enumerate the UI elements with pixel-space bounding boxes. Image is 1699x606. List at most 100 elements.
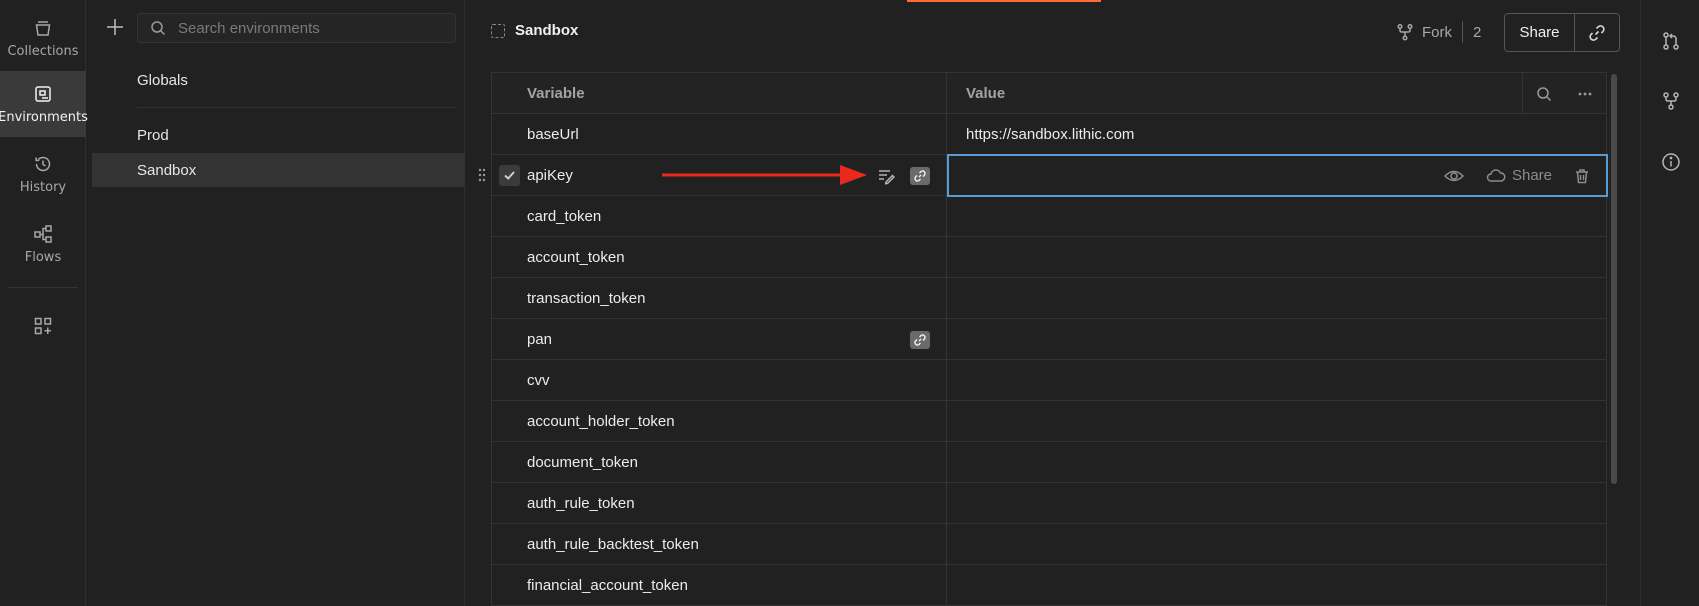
env-divider [137,107,457,108]
nav-configure-sidebar[interactable] [0,293,86,359]
variable-name[interactable]: cvv [492,360,947,401]
variable-name[interactable]: auth_rule_token [492,483,947,524]
env-item-label: Globals [137,71,188,89]
variable-value[interactable] [947,442,1606,483]
table-row[interactable]: transaction_token [492,278,1606,319]
share-button[interactable]: Share [1505,14,1575,51]
variable-value[interactable] [947,278,1606,319]
environment-icon [491,23,505,38]
table-scrollbar[interactable] [1611,74,1617,484]
nav-divider [8,287,78,288]
variable-name[interactable]: transaction_token [492,278,947,319]
table-row[interactable]: cvv [492,360,1606,401]
checkmark-icon [504,171,515,180]
nav-label: Flows [24,249,62,265]
variable-value[interactable] [947,360,1606,401]
fork-divider [1462,21,1463,43]
nav-label: History [19,179,67,195]
table-row[interactable]: card_token [492,196,1606,237]
environments-icon [35,85,51,102]
table-row[interactable]: pan [492,319,1606,360]
column-header-variable: Variable [492,73,947,114]
nav-history[interactable]: History [0,141,86,207]
search-box [137,13,456,43]
variable-name[interactable]: account_token [492,237,947,278]
value-actions: Share [1422,167,1590,184]
environment-list-panel: Globals Prod Sandbox [92,0,465,606]
env-item-sandbox[interactable]: Sandbox [92,153,465,187]
secret-icon [914,334,926,346]
active-tab-indicator [907,0,1101,2]
table-row[interactable]: financial_account_token [492,565,1606,606]
reveal-value-button[interactable] [1443,168,1464,184]
variable-value[interactable] [947,196,1606,237]
variable-name[interactable]: card_token [492,196,947,237]
share-value-button[interactable]: Share [1486,167,1552,184]
table-row[interactable]: document_token [492,442,1606,483]
variable-value[interactable] [947,237,1606,278]
table-row[interactable]: account_token [492,237,1606,278]
info-icon[interactable] [1661,152,1681,172]
variable-name[interactable]: auth_rule_backtest_token [492,524,947,565]
variable-value[interactable] [947,401,1606,442]
nav-environments[interactable]: Environments [0,71,88,137]
variable-value[interactable] [947,565,1606,606]
fork-button[interactable]: Fork [1422,24,1452,41]
fork-count[interactable]: 2 [1473,24,1481,41]
variable-name[interactable]: baseUrl [492,114,947,155]
env-item-globals[interactable]: Globals [92,63,465,97]
value-input-focused[interactable]: Share [947,154,1608,197]
variable-name[interactable]: financial_account_token [492,565,947,606]
share-button-group: Share [1504,13,1620,52]
collections-icon [35,20,51,36]
nav-label: Environments [0,109,88,125]
column-header-value: Value [966,85,1006,102]
secret-toggle[interactable] [910,331,930,349]
fork-icon [1397,23,1413,41]
search-input[interactable] [178,19,448,37]
table-row[interactable]: account_holder_token [492,401,1606,442]
annotation-arrow-icon [662,165,867,185]
env-item-label: Sandbox [137,161,197,179]
table-row[interactable]: auth_rule_token [492,483,1606,524]
fork-icon[interactable] [1661,91,1681,111]
table-row[interactable]: baseUrl https://sandbox.lithic.com [492,114,1606,155]
search-icon [151,21,166,36]
share-value-label: Share [1511,167,1552,184]
env-item-label: Prod [137,126,169,144]
add-environment-button[interactable] [104,16,126,38]
eye-icon [1443,170,1464,181]
copy-link-button[interactable] [1575,14,1619,51]
more-options-icon[interactable] [1577,86,1593,102]
page-title[interactable]: Sandbox [515,22,578,39]
secret-toggle[interactable] [910,167,930,185]
variable-name[interactable]: account_holder_token [492,401,947,442]
variables-table: Variable Value baseUrl https://sandbox.l… [478,72,1608,606]
search-icon[interactable] [1536,86,1552,102]
variable-name[interactable]: document_token [492,442,947,483]
pull-request-icon[interactable] [1661,31,1681,51]
table-row[interactable]: apiKey Share [478,154,1608,197]
left-nav: Collections Environments History Flows [0,0,88,606]
page-title-area: Sandbox [491,22,578,39]
secret-icon [914,170,926,182]
delete-variable-button[interactable] [1574,168,1590,184]
flows-icon [34,224,52,243]
variable-value[interactable] [947,524,1606,565]
env-item-prod[interactable]: Prod [92,118,465,152]
right-rail [1640,0,1699,606]
nav-label: Collections [7,43,79,59]
variable-value[interactable] [947,319,1606,360]
drag-handle-icon[interactable] [478,168,486,182]
variable-value[interactable] [947,483,1606,524]
plus-icon [107,19,123,35]
table-row[interactable]: auth_rule_backtest_token [492,524,1606,565]
edit-description-icon[interactable] [877,167,895,185]
enable-checkbox[interactable] [499,165,520,186]
nav-collections[interactable]: Collections [0,5,86,71]
variable-value[interactable]: https://sandbox.lithic.com [947,114,1606,155]
nav-flows[interactable]: Flows [0,211,86,277]
trash-icon [1576,168,1588,183]
add-widgets-icon [34,317,52,335]
variable-name[interactable]: pan [492,319,947,360]
